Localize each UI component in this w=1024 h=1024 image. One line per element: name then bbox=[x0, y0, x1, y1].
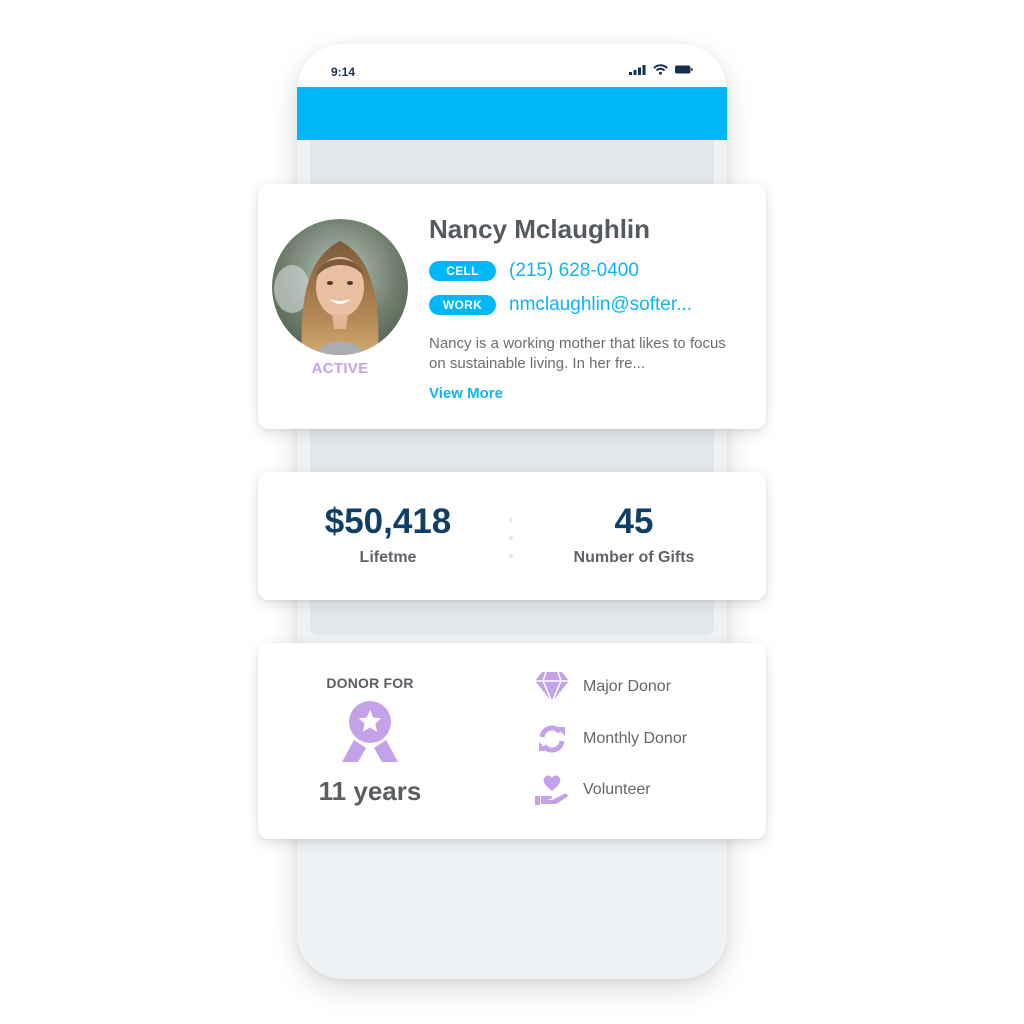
contact-row-work: WORK nmclaughlin@softer... bbox=[429, 294, 692, 316]
status-icons bbox=[629, 64, 693, 75]
avatar[interactable] bbox=[272, 219, 408, 355]
profile-card: ACTIVE Nancy Mclaughlin CELL (215) 628-0… bbox=[258, 184, 766, 429]
diamond-icon bbox=[534, 670, 570, 704]
cell-tag: CELL bbox=[429, 261, 496, 281]
donor-duration: 11 years bbox=[318, 776, 422, 806]
view-more-link[interactable]: View More bbox=[429, 385, 503, 402]
lifetime-label: Lifetme bbox=[359, 549, 417, 566]
lifetime-value: $50,418 bbox=[324, 502, 452, 541]
tag-volunteer: Volunteer bbox=[534, 773, 651, 807]
status-badge: ACTIVE bbox=[311, 360, 369, 377]
tag-label: Monthly Donor bbox=[583, 730, 688, 747]
tag-label: Volunteer bbox=[583, 781, 651, 798]
stats-divider bbox=[509, 518, 514, 572]
lifetime-stat: $50,418 Lifetme bbox=[273, 504, 503, 567]
email-link[interactable]: nmclaughlin@softer... bbox=[509, 294, 692, 316]
donor-card: DONOR FOR 11 years Major Donor Monthly D… bbox=[258, 643, 766, 839]
gifts-stat: 45 Number of Gifts bbox=[519, 504, 749, 567]
award-ribbon-icon bbox=[336, 698, 404, 771]
stats-card: $50,418 Lifetme 45 Number of Gifts bbox=[258, 472, 766, 600]
signal-icon bbox=[629, 64, 646, 75]
tag-monthly-donor: Monthly Donor bbox=[534, 722, 687, 756]
battery-icon bbox=[675, 65, 693, 74]
work-tag: WORK bbox=[429, 295, 496, 315]
donor-for-heading: DONOR FOR bbox=[326, 675, 414, 691]
gifts-value: 45 bbox=[614, 502, 654, 541]
bio-text: Nancy is a working mother that likes to … bbox=[429, 335, 726, 372]
wifi-icon bbox=[653, 64, 668, 75]
heart-hand-icon bbox=[534, 773, 570, 807]
contact-row-cell: CELL (215) 628-0400 bbox=[429, 260, 639, 282]
gifts-label: Number of Gifts bbox=[573, 549, 695, 566]
recurring-icon bbox=[534, 722, 570, 756]
app-header-bar bbox=[297, 87, 727, 140]
status-time: 9:14 bbox=[331, 65, 356, 79]
tag-major-donor: Major Donor bbox=[534, 670, 671, 704]
contact-name: Nancy Mclaughlin bbox=[429, 214, 651, 244]
tag-label: Major Donor bbox=[583, 678, 672, 695]
phone-link[interactable]: (215) 628-0400 bbox=[509, 260, 639, 282]
status-bar: 9:14 bbox=[297, 44, 727, 87]
